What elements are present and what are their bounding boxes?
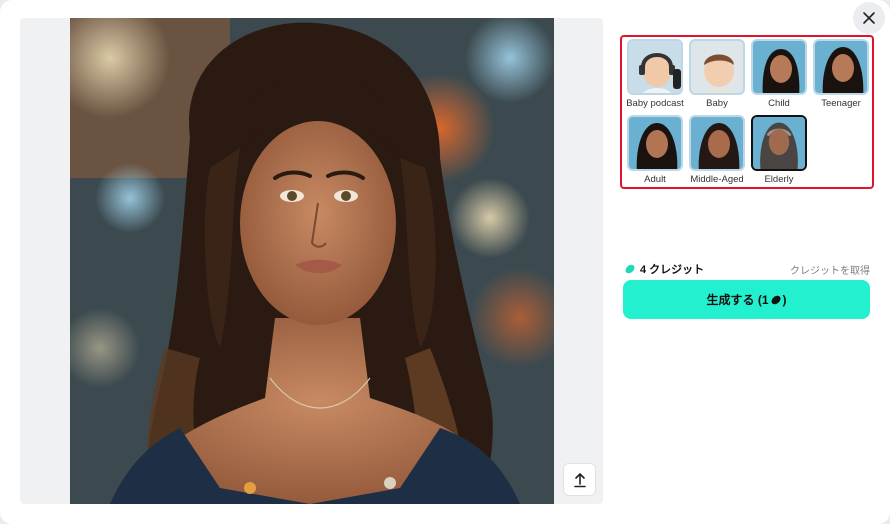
upload-button[interactable] [563,463,596,496]
generate-button[interactable]: 生成する (1 ) [623,280,870,319]
generate-label: 生成する (1 [706,293,769,307]
upload-icon [573,472,586,487]
style-option-baby[interactable]: Baby [686,39,748,111]
age-style-grid: Baby podcast Baby Child Teenager Adult M… [620,35,874,189]
image-preview-area [20,18,603,504]
style-thumbnail [627,115,683,171]
style-thumbnail [627,39,683,95]
close-icon [863,12,875,24]
style-option-middle-aged[interactable]: Middle-Aged [686,115,748,187]
credit-bean-icon [771,295,780,304]
style-option-adult[interactable]: Adult [624,115,686,187]
style-option-teenager[interactable]: Teenager [810,39,872,111]
style-label: Child [768,98,790,109]
style-thumbnail [751,115,807,171]
style-option-child[interactable]: Child [748,39,810,111]
credit-balance-label: 4 クレジット [640,264,705,276]
style-label: Adult [644,174,666,185]
style-thumbnail [689,39,745,95]
credits-row: 4 クレジット クレジットを取得 [624,260,870,278]
close-button[interactable] [853,2,885,34]
style-thumbnail [751,39,807,95]
portrait-photo [70,18,554,504]
portrait-illustration [70,18,554,504]
style-label: Elderly [764,174,794,185]
credit-balance: 4 クレジット [624,261,704,277]
style-thumbnail [813,39,869,95]
style-option-elderly[interactable]: Elderly [748,115,810,187]
style-label: Middle-Aged [690,174,744,185]
get-credits-link[interactable]: クレジットを取得 [790,262,870,277]
style-label: Baby podcast [626,98,684,109]
credit-bean-icon [625,264,635,274]
style-label: Baby [706,98,728,109]
style-thumbnail [689,115,745,171]
style-label: Teenager [821,98,861,109]
style-option-baby-podcast[interactable]: Baby podcast [624,39,686,111]
generate-label-suffix: ) [782,292,787,307]
age-transform-modal: Baby podcast Baby Child Teenager Adult M… [0,0,890,524]
